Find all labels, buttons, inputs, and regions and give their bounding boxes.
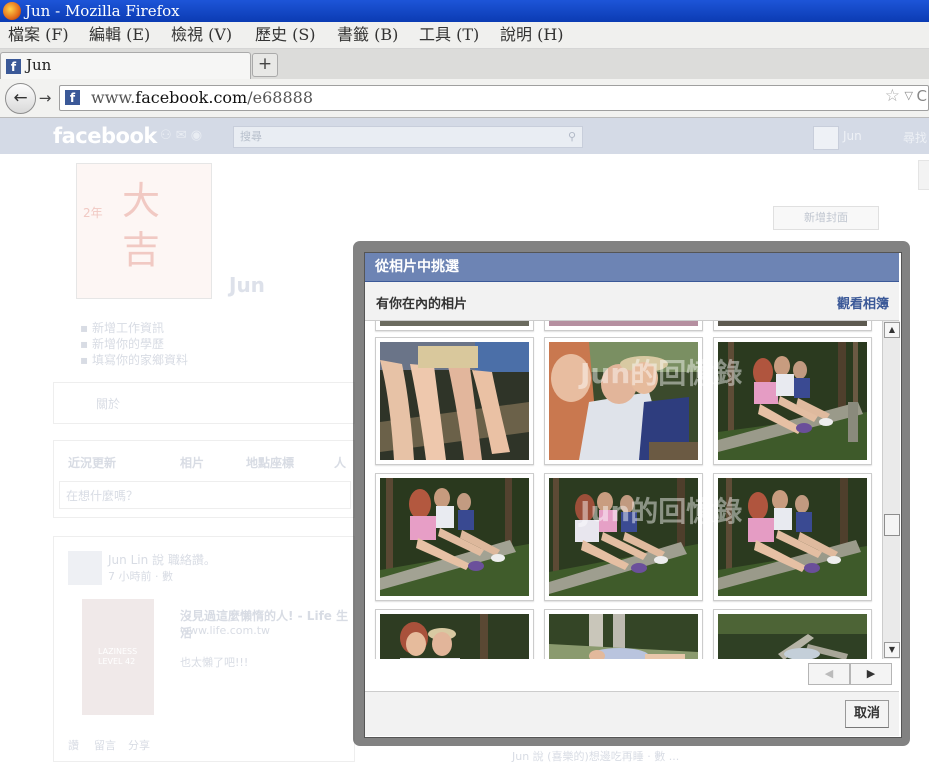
info-item[interactable]: ▪ 新增工作資訊 xyxy=(80,320,188,336)
photo-selfie-top xyxy=(380,614,529,659)
search-icon: ⚲ xyxy=(567,130,576,143)
page-scrollbar[interactable] xyxy=(918,160,929,190)
post-like-link[interactable]: 讚 xyxy=(68,737,79,753)
scroll-down-button[interactable]: ▼ xyxy=(884,642,900,658)
composer-tab-place[interactable]: 地點座標 xyxy=(246,454,294,471)
bookmark-star-icon[interactable]: ☆ xyxy=(885,86,900,106)
photo-log xyxy=(380,478,529,596)
menu-tools[interactable]: 工具 (T) xyxy=(419,22,479,48)
scroll-up-button[interactable]: ▲ xyxy=(884,322,900,338)
post-link-thumbnail[interactable]: LAZINESS LEVEL 42 xyxy=(82,599,154,715)
cancel-button[interactable]: 取消 xyxy=(845,700,889,728)
photo-thumbnail[interactable] xyxy=(375,321,534,331)
status-input[interactable]: 在想什麼嗎？ xyxy=(59,481,351,509)
composer-tab-photo[interactable]: 相片 xyxy=(180,454,204,471)
url-text[interactable]: www.facebook.com/e68888 xyxy=(91,88,313,107)
post-author-line[interactable]: Jun Lin 說 職絡讚。 xyxy=(108,551,216,568)
photo-thumbnail[interactable] xyxy=(544,609,703,659)
photo-watermark: Jun的回憶錄 xyxy=(580,357,743,390)
info-item[interactable]: ▪ 新增你的學歷 xyxy=(80,336,188,352)
back-button[interactable]: ← xyxy=(5,83,36,114)
about-box: 關於 xyxy=(53,382,355,424)
reload-icon[interactable]: C xyxy=(917,87,927,105)
facebook-search-input[interactable]: 搜尋 ⚲ xyxy=(233,126,583,148)
friend-requests-icon[interactable]: ⚇ ✉ ◉ xyxy=(160,128,202,143)
previous-page-button[interactable]: ◀ xyxy=(808,663,850,685)
photo-forest-top xyxy=(718,614,867,659)
forward-button[interactable]: → xyxy=(35,88,55,108)
menu-bookmarks[interactable]: 書籤 (B) xyxy=(337,22,398,48)
photo-thumbnail[interactable] xyxy=(544,321,703,331)
profile-picture[interactable]: 2年 大 吉 xyxy=(76,163,212,299)
url-dropdown-icon[interactable]: ▽ xyxy=(905,89,913,102)
photo-watermark: Jun的回憶錄 xyxy=(580,495,743,528)
composer-tab-status[interactable]: 近況更新 xyxy=(68,454,116,471)
post-link-url: www.life.com.tw xyxy=(180,624,271,637)
window-title: Jun - Mozilla Firefox xyxy=(25,2,180,20)
info-item[interactable]: ▪ 填寫你的家鄉資料 xyxy=(80,352,188,368)
composer-tab-people[interactable]: 人 xyxy=(334,454,346,471)
photo-thumbnail[interactable] xyxy=(375,609,534,659)
url-bar[interactable]: f www.facebook.com/e68888 ☆ ▽ C xyxy=(59,85,929,111)
dialog-subheader: 有你在內的相片 觀看相簿 xyxy=(365,282,899,321)
header-user-name[interactable]: Jun xyxy=(843,129,862,143)
dialog-scrollbar[interactable]: ▲ ▼ xyxy=(882,321,900,659)
post-share-link[interactable]: 分享 xyxy=(128,737,150,753)
facebook-favicon-icon: f xyxy=(6,59,21,74)
firefox-logo-icon xyxy=(3,2,21,20)
photo-thumbnail[interactable] xyxy=(375,473,534,601)
dialog-footer xyxy=(365,691,899,736)
post-link-desc: 也太懶了吧!!! xyxy=(180,656,249,669)
site-identity-icon[interactable]: f xyxy=(65,90,80,105)
post-author-avatar[interactable] xyxy=(68,551,102,585)
menu-bar: 檔案 (F) 編輯 (E) 檢視 (V) 歷史 (S) 書籤 (B) 工具 (T… xyxy=(0,22,929,49)
photo-thumbnail[interactable] xyxy=(713,321,872,331)
tagged-photos-label: 有你在內的相片 xyxy=(376,297,468,312)
dialog-title: 從相片中挑選 xyxy=(375,259,459,275)
dialog-header: 從相片中挑選 xyxy=(365,253,899,282)
menu-history[interactable]: 歷史 (S) xyxy=(255,22,316,48)
post-comment-link[interactable]: 留言 xyxy=(94,737,116,753)
menu-help[interactable]: 說明 (H) xyxy=(500,22,564,48)
next-page-button[interactable]: ▶ xyxy=(850,663,892,685)
post-time[interactable]: 7 小時前 · 數 xyxy=(108,568,173,584)
menu-edit[interactable]: 編輯 (E) xyxy=(89,22,150,48)
tab-label: Jun xyxy=(26,56,52,74)
about-link[interactable]: 關於 xyxy=(96,395,120,412)
composer-box: 近況更新 相片 地點座標 人 在想什麼嗎？ xyxy=(53,440,355,518)
window-titlebar: Jun - Mozilla Firefox xyxy=(0,0,929,22)
menu-view[interactable]: 檢視 (V) xyxy=(171,22,232,48)
photo-legs xyxy=(380,342,529,460)
scrollbar-thumb[interactable] xyxy=(884,514,900,536)
new-tab-button[interactable]: + xyxy=(252,53,278,77)
view-albums-link[interactable]: 觀看相簿 xyxy=(837,293,889,312)
photo-lying xyxy=(549,614,698,659)
photo-pager: ◀ ▶ xyxy=(808,663,892,685)
timeline-peek-text: Jun 說 (喜樂的)想邊吃再睡 · 數 ... xyxy=(512,750,680,763)
facebook-logo[interactable]: facebook xyxy=(53,124,157,148)
add-cover-button[interactable]: 新增封面 xyxy=(773,206,879,230)
photo-thumbnail[interactable] xyxy=(375,337,534,465)
browser-tab[interactable]: f Jun xyxy=(0,52,251,80)
header-find-link[interactable]: 尋找 xyxy=(903,129,927,146)
timeline-post: Jun Lin 說 職絡讚。 7 小時前 · 數 LAZINESS LEVEL … xyxy=(53,536,355,762)
menu-file[interactable]: 檔案 (F) xyxy=(8,22,69,48)
profile-info-list: ▪ 新增工作資訊 ▪ 新增你的學歷 ▪ 填寫你的家鄉資料 xyxy=(80,320,188,368)
profile-name: Jun xyxy=(229,273,265,297)
photo-thumbnail[interactable] xyxy=(713,609,872,659)
user-avatar[interactable] xyxy=(813,126,839,150)
